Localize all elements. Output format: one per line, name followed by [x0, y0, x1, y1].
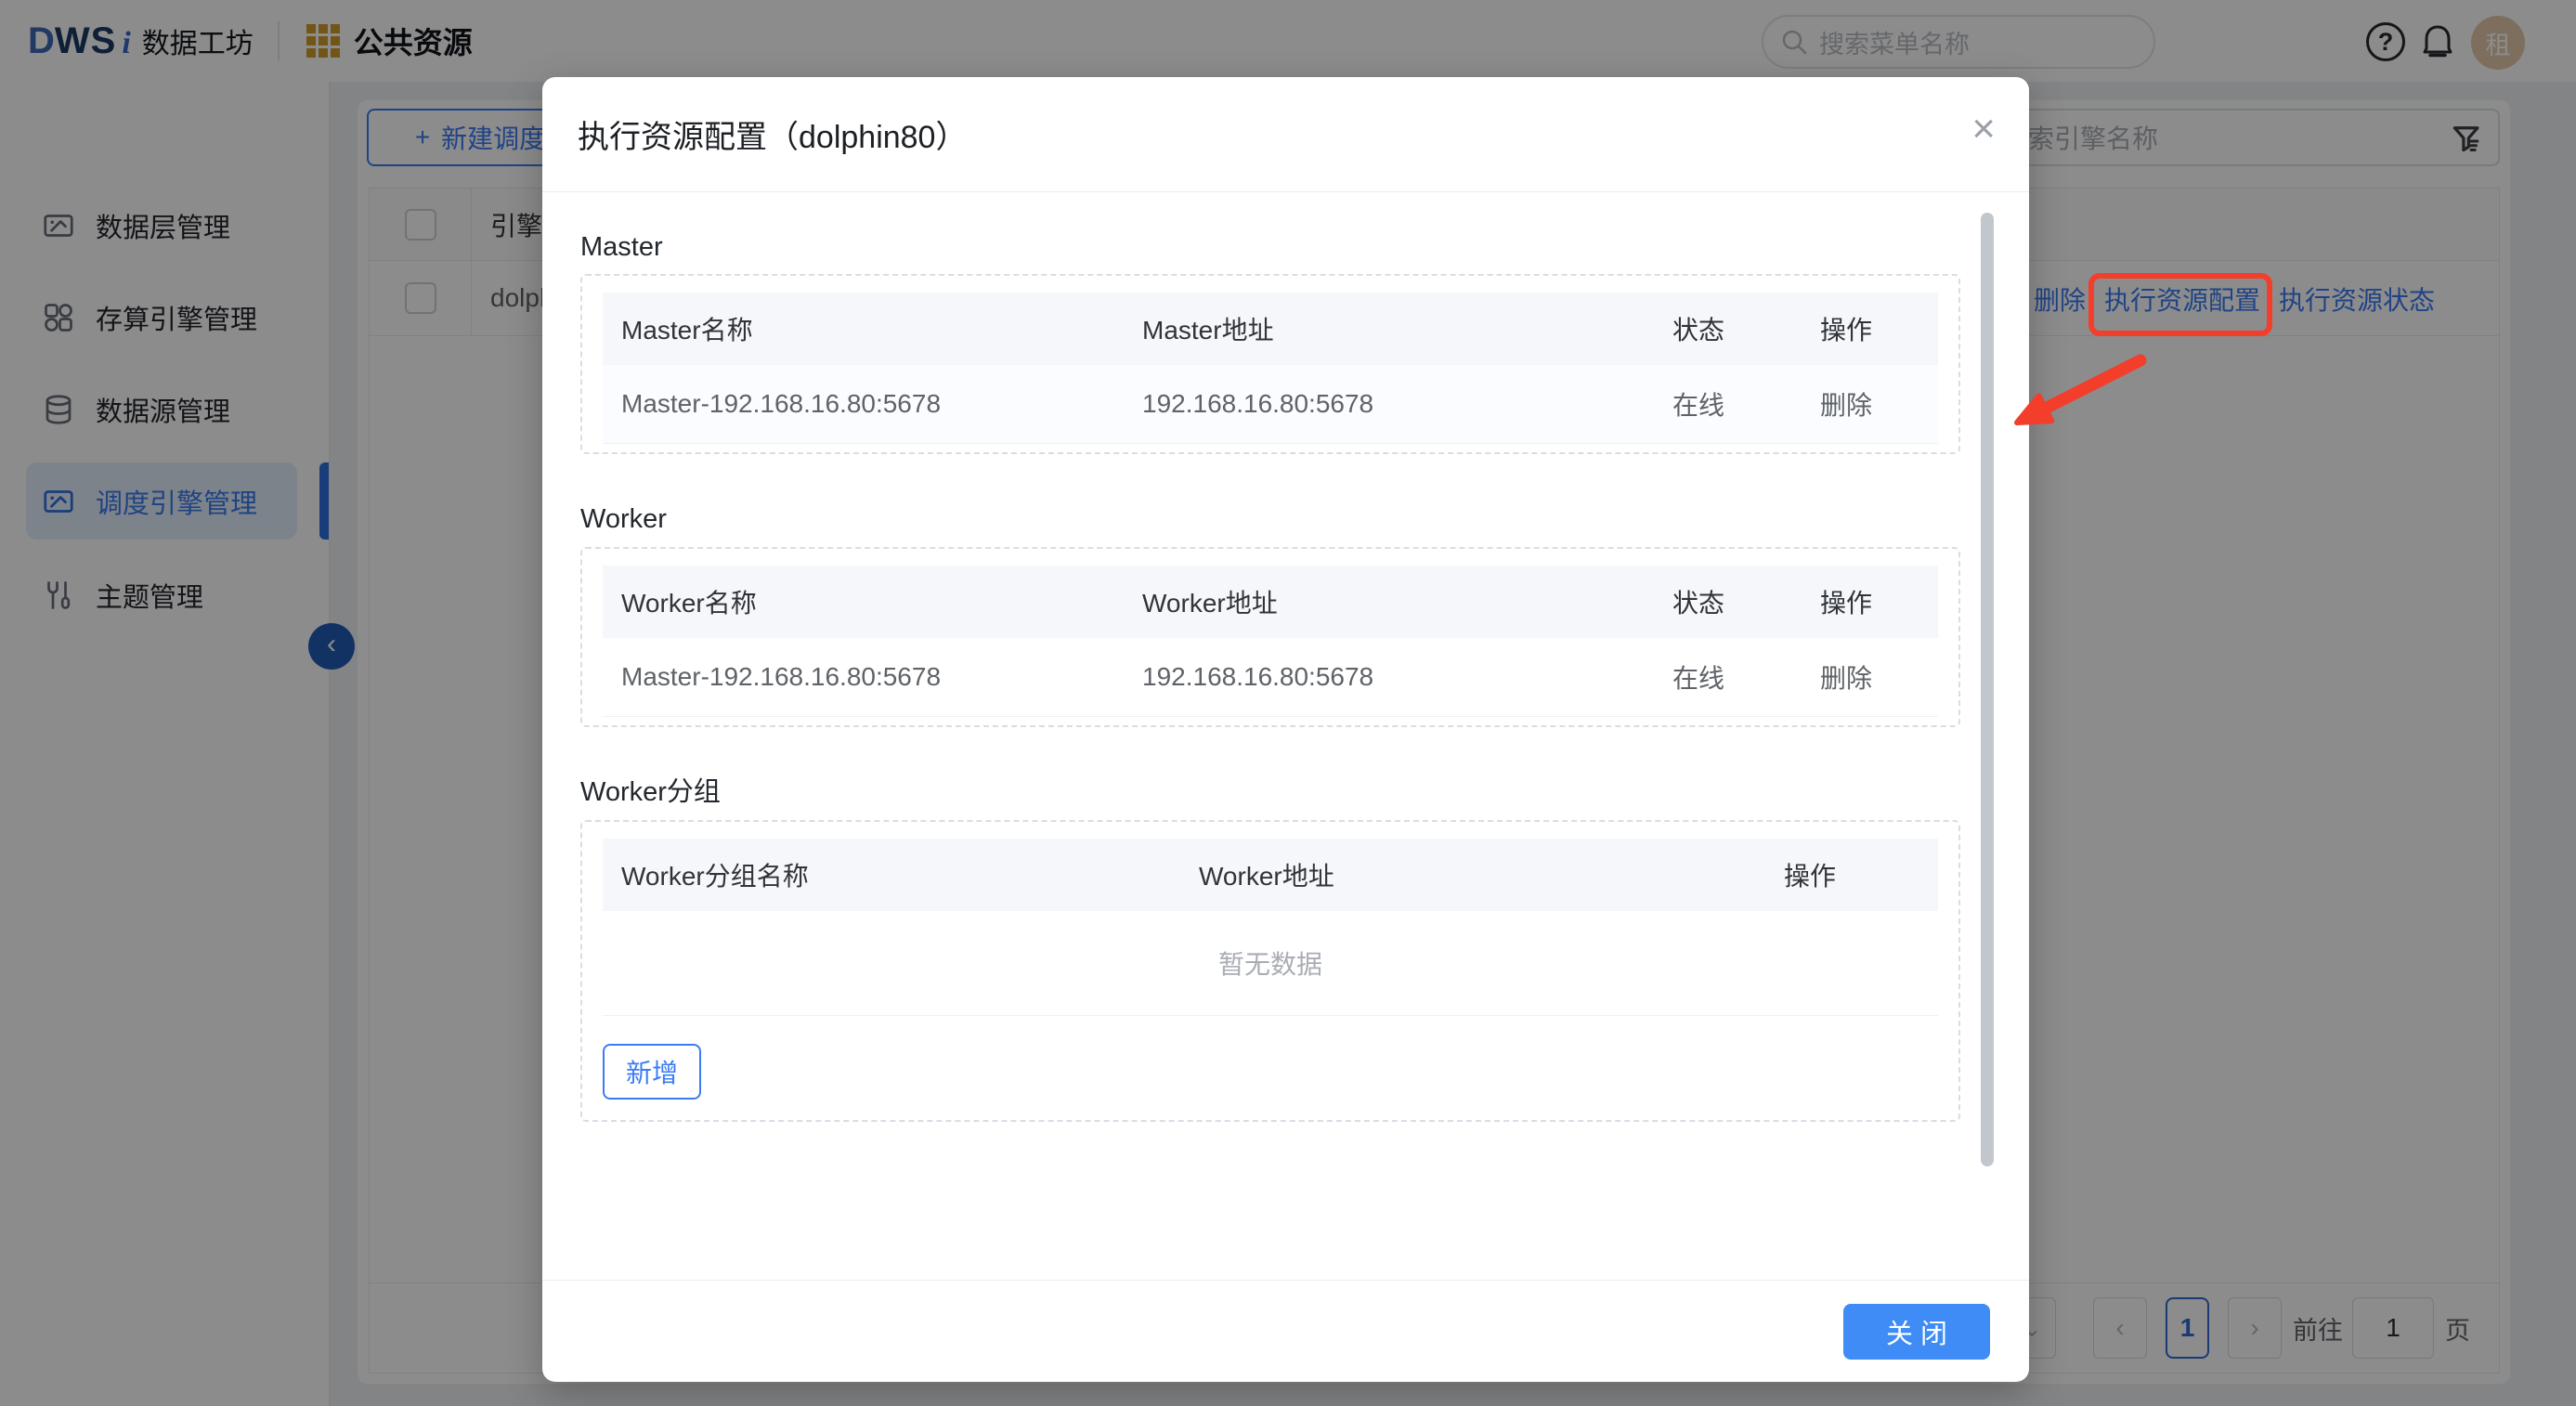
- col-worker-name: Worker名称: [603, 583, 1142, 620]
- col-worker-address: Worker地址: [1142, 583, 1672, 620]
- col-worker-group-name: Worker分组名称: [603, 856, 1199, 893]
- modal-header: 执行资源配置（dolphin80） ×: [542, 77, 2029, 192]
- col-master-address: Master地址: [1142, 310, 1672, 347]
- worker-name-cell: Master-192.168.16.80:5678: [603, 662, 1142, 692]
- page: D WS i 数据工坊 公共资源 搜索菜单名称: [0, 0, 2576, 1406]
- modal-body: Master Master名称 Master地址 状态 操作 Master-19…: [542, 228, 2029, 1122]
- col-status: 状态: [1672, 310, 1820, 347]
- modal-scrollbar-thumb[interactable]: [1981, 213, 1994, 1166]
- close-icon[interactable]: ×: [1971, 109, 1996, 150]
- add-worker-group-button[interactable]: 新增: [603, 1044, 701, 1100]
- modal-close-button[interactable]: 关 闭: [1843, 1304, 1990, 1360]
- master-table-header: Master名称 Master地址 状态 操作: [603, 293, 1938, 365]
- col-status: 状态: [1672, 583, 1820, 620]
- worker-section-label: Worker: [580, 501, 1960, 538]
- modal-footer: 关 闭: [542, 1280, 2029, 1382]
- worker-table-header: Worker名称 Worker地址 状态 操作: [603, 566, 1938, 638]
- master-address-cell: 192.168.16.80:5678: [1142, 389, 1672, 419]
- col-master-name: Master名称: [603, 310, 1142, 347]
- master-delete-link[interactable]: 删除: [1820, 385, 1938, 423]
- master-table-row: Master-192.168.16.80:5678 192.168.16.80:…: [603, 365, 1938, 444]
- master-section-box: Master名称 Master地址 状态 操作 Master-192.168.1…: [580, 274, 1960, 454]
- annotation-highlight-box: [2088, 273, 2272, 336]
- col-actions: 操作: [1820, 310, 1938, 347]
- col-actions: 操作: [1820, 583, 1938, 620]
- col-actions: 操作: [1784, 856, 1938, 893]
- worker-address-cell: 192.168.16.80:5678: [1142, 662, 1672, 692]
- worker-group-table-header: Worker分组名称 Worker地址 操作: [603, 839, 1938, 911]
- worker-section-box: Worker名称 Worker地址 状态 操作 Master-192.168.1…: [580, 547, 1960, 727]
- master-name-cell: Master-192.168.16.80:5678: [603, 389, 1142, 419]
- modal-title: 执行资源配置（dolphin80）: [578, 111, 967, 157]
- worker-group-section-label: Worker分组: [580, 774, 1960, 811]
- worker-table-row: Master-192.168.16.80:5678 192.168.16.80:…: [603, 638, 1938, 717]
- worker-group-section-box: Worker分组名称 Worker地址 操作 暂无数据 新增: [580, 820, 1960, 1122]
- exec-resource-config-modal: 执行资源配置（dolphin80） × Master Master名称 Mast…: [542, 77, 2029, 1382]
- master-status-cell: 在线: [1672, 385, 1820, 423]
- worker-delete-link[interactable]: 删除: [1820, 658, 1938, 696]
- col-worker-address: Worker地址: [1199, 856, 1784, 893]
- master-section-label: Master: [580, 228, 1960, 266]
- annotation-arrow-icon: [1997, 348, 2164, 436]
- empty-data-placeholder: 暂无数据: [603, 911, 1938, 1016]
- worker-status-cell: 在线: [1672, 658, 1820, 696]
